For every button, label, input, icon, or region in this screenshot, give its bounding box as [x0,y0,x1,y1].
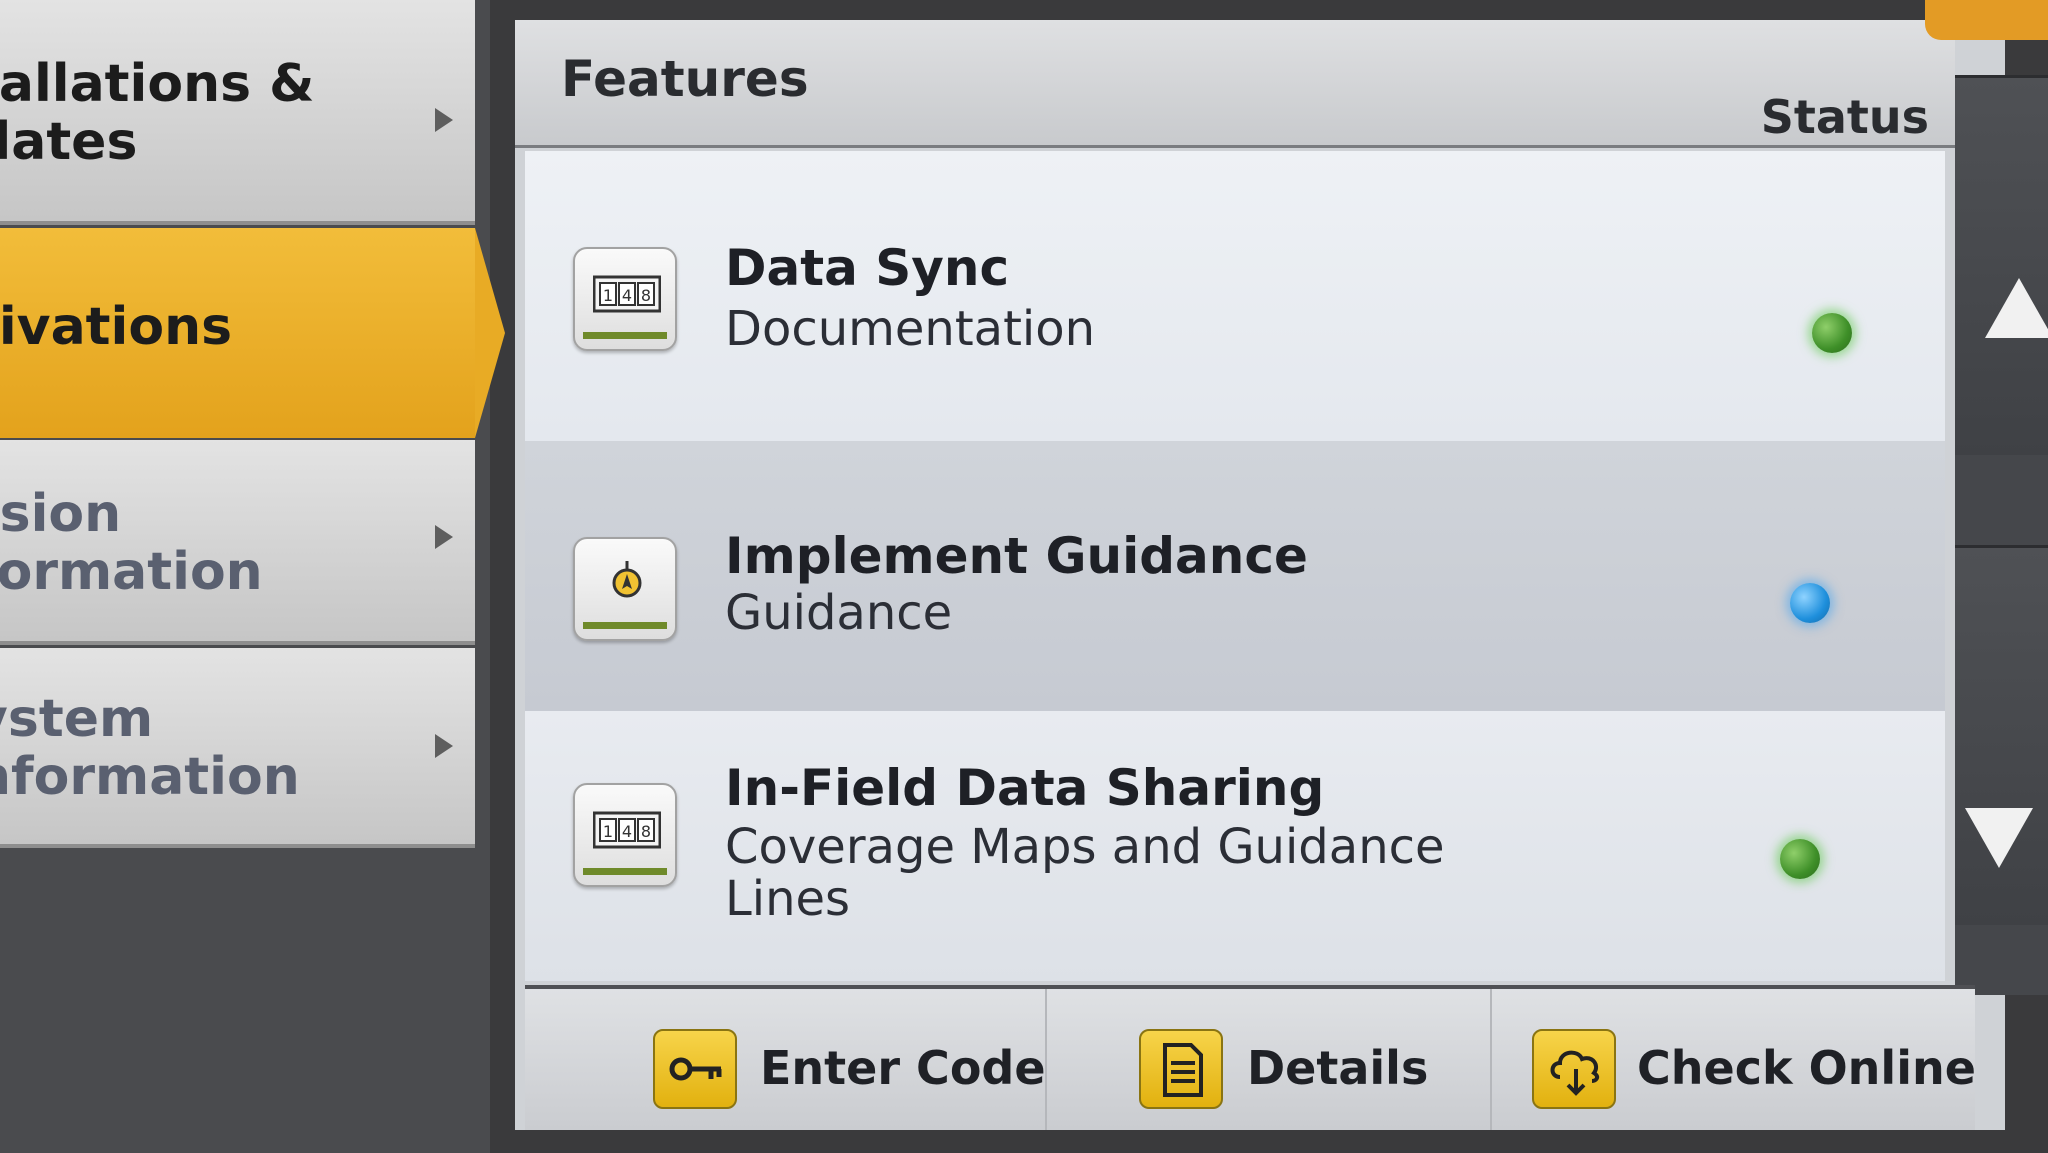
feature-category: Guidance [725,585,953,641]
svg-text:8: 8 [641,286,651,305]
key-icon [653,1029,737,1109]
chevron-right-icon [435,525,453,549]
close-button-fragment[interactable] [1925,0,2048,40]
scroll-up-button[interactable] [1955,75,2048,455]
sidebar-item-label: rsion formation [0,484,263,602]
cloud-download-icon [1532,1029,1616,1109]
guidance-icon [573,537,677,641]
features-panel: Features Status 1 4 8 Data Sync Document… [515,20,2048,1130]
scroll-column [1955,75,2048,995]
details-label: Details [1247,1041,1429,1095]
status-indicator-blue [1790,583,1830,623]
details-button[interactable]: Details [1045,989,1490,1130]
svg-text:4: 4 [622,822,632,841]
svg-text:8: 8 [641,822,651,841]
status-column-header: Status [1760,90,1929,144]
feature-row-implement-guidance[interactable]: Implement Guidance Guidance [525,441,1945,711]
chevron-right-icon [435,734,453,758]
sidebar-item-version-information[interactable]: rsion formation [0,440,475,645]
panel-header: Features Status [515,20,1955,148]
check-online-button[interactable]: Check Online [1490,989,1976,1130]
svg-text:1: 1 [603,286,613,305]
feature-title: Data Sync [725,239,1010,297]
sidebar: tallations & dates tivations rsion forma… [0,0,505,1153]
feature-row-data-sync[interactable]: 1 4 8 Data Sync Documentation [525,151,1945,441]
arrow-up-icon [1985,278,2048,338]
scroll-down-button[interactable] [1955,545,2048,925]
sidebar-item-label: tallations & dates [0,54,315,172]
feature-title: In-Field Data Sharing [725,759,1325,817]
features-column-header: Features [561,50,809,108]
sidebar-item-activations[interactable]: tivations [0,228,505,438]
counter-icon: 1 4 8 [573,247,677,351]
document-icon [1139,1029,1223,1109]
check-online-label: Check Online [1637,1041,1976,1095]
enter-code-label: Enter Code [760,1041,1046,1095]
chevron-right-icon [435,108,453,132]
feature-row-in-field-data-sharing[interactable]: 1 4 8 In-Field Data Sharing Coverage Map… [525,711,1945,981]
status-indicator-green [1812,313,1852,353]
feature-list: 1 4 8 Data Sync Documentation Implement … [525,151,1945,981]
svg-text:4: 4 [622,286,632,305]
feature-category: Coverage Maps and Guidance Lines [725,819,1445,927]
status-indicator-green [1780,839,1820,879]
sidebar-item-label: ystem nformation [0,689,300,807]
feature-title: Implement Guidance [725,527,1308,585]
bottom-toolbar: Enter Code Details Check Online [525,985,1976,1130]
arrow-down-icon [1965,808,2033,868]
feature-category: Documentation [725,301,1096,357]
enter-code-button[interactable]: Enter Code [525,989,1046,1130]
sidebar-item-label: tivations [0,297,233,357]
counter-icon: 1 4 8 [573,783,677,887]
sidebar-item-installations-updates[interactable]: tallations & dates [0,0,475,225]
svg-text:1: 1 [603,822,613,841]
sidebar-item-system-information[interactable]: ystem nformation [0,648,475,848]
